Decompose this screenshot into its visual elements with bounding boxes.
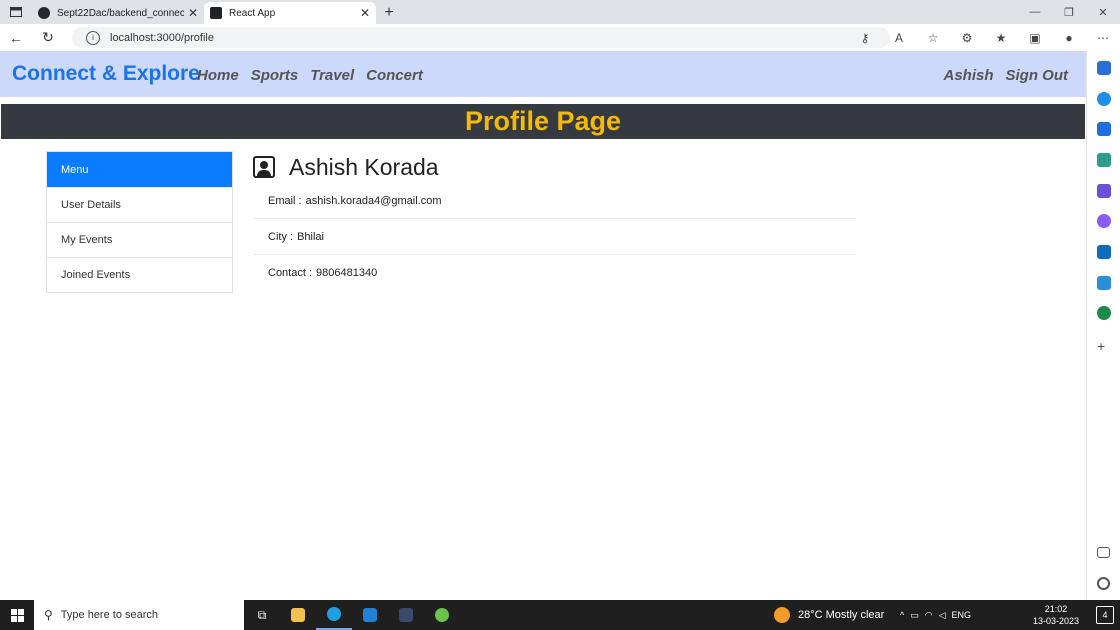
tray-chevron-icon[interactable]: ^ [900,610,904,620]
url-text: localhost:3000/profile [110,31,214,44]
tree-icon[interactable] [1097,306,1111,320]
notification-icon[interactable]: 4 [1096,606,1114,624]
weather-text: 28°C Mostly clear [798,609,885,621]
windows-logo-icon [10,608,24,622]
nav-home[interactable]: Home [197,67,239,84]
menu-item-joined-events[interactable]: Joined Events [47,257,232,292]
tab-react-app[interactable]: React App ✕ [204,2,376,24]
profile-avatar-icon[interactable]: ● [1052,31,1086,45]
favorites-icon[interactable]: ★ [984,31,1018,45]
search-icon: ⚲ [44,608,53,622]
profile-details: Ashish Korada Email : ashish.korada4@gma… [253,151,856,290]
language-indicator[interactable]: ENG [952,610,972,620]
tab-title: Sept22Dac/backend_connect_an [57,7,184,19]
favorite-add-icon[interactable]: ☆ [916,31,950,45]
read-aloud-icon[interactable]: A [882,31,916,45]
volume-icon[interactable]: ◁ [939,610,946,621]
tab-github[interactable]: Sept22Dac/backend_connect_an ✕ [32,2,204,24]
refresh-icon[interactable]: ↻ [32,29,64,46]
menu-item-user-details[interactable]: User Details [47,187,232,222]
battery-icon[interactable]: ▭ [910,610,919,621]
nav-username[interactable]: Ashish [943,67,993,84]
more-menu-icon[interactable]: ⋯ [1086,31,1120,45]
app-root: Connect & Explore Home Sports Travel Con… [0,51,1086,600]
profile-name-row: Ashish Korada [253,151,856,183]
edge-sidebar: + [1086,51,1120,600]
windows-taskbar: ⚲ Type here to search ⧉ 28°C Mostly clea… [0,600,1120,630]
menu-header[interactable]: Menu [47,152,232,187]
file-explorer-icon[interactable] [280,600,316,630]
tab-actions-icon[interactable] [0,0,32,24]
top-navbar: Connect & Explore Home Sports Travel Con… [0,51,1086,97]
edge-taskbar-icon[interactable] [316,600,352,630]
restore-button[interactable]: ❐ [1052,0,1086,24]
task-view-icon[interactable]: ⧉ [244,600,280,630]
city-value: Bhilai [297,230,324,243]
city-label: City : [268,230,294,243]
page-title: Profile Page [464,106,622,136]
weather-widget[interactable]: 28°C Mostly clear [774,600,884,630]
profile-menu: Menu User Details My Events Joined Event… [46,151,233,293]
contact-row: Contact : 9806481340 [253,255,856,290]
browser-titlebar: Sept22Dac/backend_connect_an ✕ React App… [0,0,1120,24]
new-tab-button[interactable]: + [376,2,402,24]
taskbar-search-placeholder: Type here to search [60,609,159,621]
outlook-icon[interactable] [1097,245,1111,259]
sign-out-link[interactable]: Sign Out [1006,67,1069,84]
extensions-icon[interactable]: ⚙ [950,31,984,45]
system-tray: ^ ▭ ◠ ◁ ENG [900,600,971,630]
start-button[interactable] [0,600,34,630]
games-icon[interactable] [1097,184,1111,198]
react-icon [210,7,222,19]
spring-tool-icon[interactable] [424,600,460,630]
office-icon[interactable] [1097,214,1111,228]
sidebar-layout-icon[interactable] [1097,547,1110,558]
url-field[interactable]: i localhost:3000/profile [72,27,890,48]
minimize-button[interactable]: — [1018,0,1052,24]
back-arrow-icon[interactable]: ← [0,30,32,46]
address-bar-row: ← ↻ i localhost:3000/profile ⚷ A ☆ ⚙ ★ ▣… [0,24,1120,52]
clock-date: 13-03-2023 [1032,616,1080,626]
taskbar-search[interactable]: ⚲ Type here to search [34,600,244,630]
vscode-icon[interactable] [352,600,388,630]
city-row: City : Bhilai [253,219,856,255]
contact-value: 9806481340 [316,266,378,279]
add-icon[interactable]: + [1097,339,1111,353]
terminal-icon[interactable] [388,600,424,630]
browser-toolbar-icons: ⚷ A ☆ ⚙ ★ ▣ ● ⋯ [848,24,1120,51]
brand-logo[interactable]: Connect & Explore [12,62,200,86]
github-icon [38,7,50,19]
site-info-icon[interactable]: i [86,30,100,45]
page-title-banner: Profile Page [1,104,1085,139]
email-label: Email : [268,194,302,207]
weather-moon-icon [774,607,790,623]
email-value: ashish.korada4@gmail.com [305,194,442,207]
send-icon[interactable] [1097,276,1111,290]
contact-label: Contact : [268,266,313,279]
close-window-button[interactable]: ✕ [1086,0,1120,24]
clock-time: 21:02 [1044,604,1068,614]
search-icon[interactable] [1097,61,1111,75]
email-row: Email : ashish.korada4@gmail.com [253,183,856,219]
window-controls: — ❐ ✕ [1018,0,1120,24]
nav-sports[interactable]: Sports [251,67,299,84]
nav-concert[interactable]: Concert [366,67,423,84]
profile-name: Ashish Korada [289,153,439,180]
user-avatar-icon [253,156,275,178]
nav-links: Home Sports Travel Concert [197,67,423,84]
tools-icon[interactable] [1097,153,1111,167]
nav-user-area: Ashish Sign Out [943,67,1068,84]
shopping-tag-icon[interactable] [1097,122,1111,136]
nav-travel[interactable]: Travel [310,67,354,84]
wifi-icon[interactable]: ◠ [925,610,933,621]
menu-item-my-events[interactable]: My Events [47,222,232,257]
close-tab-icon[interactable]: ✕ [360,6,370,20]
close-tab-icon[interactable]: ✕ [188,6,198,20]
key-icon[interactable]: ⚷ [848,31,882,45]
settings-gear-icon[interactable] [1097,577,1110,590]
bing-chat-icon[interactable] [1097,92,1111,106]
tab-title: React App [229,7,276,19]
collections-icon[interactable]: ▣ [1018,31,1052,45]
clock[interactable]: 21:02 13-03-2023 [1030,603,1082,627]
